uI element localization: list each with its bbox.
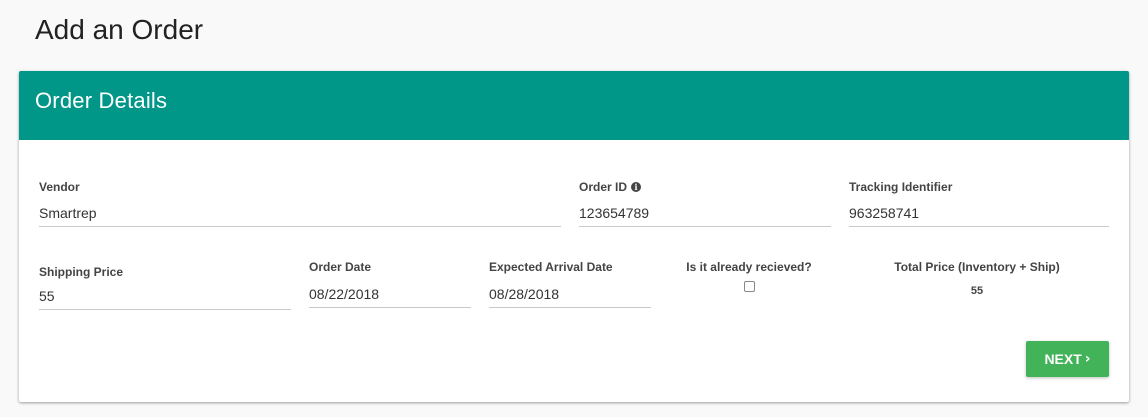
tracking-label-text: Tracking Identifier (849, 180, 953, 194)
next-button-label: NEXT (1044, 351, 1082, 367)
arrival-date-label: Expected Arrival Date (489, 260, 651, 274)
info-icon[interactable]: i (631, 182, 642, 192)
order-id-input[interactable] (579, 201, 831, 227)
tracking-field: Tracking Identifier (849, 180, 1109, 227)
vendor-field: Vendor (39, 180, 561, 227)
total-price-label: Total Price (Inventory + Ship) (877, 260, 1077, 274)
shipping-price-label: Shipping Price (39, 265, 291, 279)
page-title: Add an Order (35, 14, 204, 45)
order-id-field: Order ID i (579, 180, 831, 227)
card-title: Order Details (35, 88, 168, 113)
tracking-input[interactable] (849, 201, 1109, 227)
total-price-label-text: Total Price (Inventory + Ship) (894, 260, 1060, 274)
received-checkbox[interactable] (743, 281, 755, 292)
total-price-value: 55 (970, 285, 984, 297)
order-date-label: Order Date (309, 260, 471, 274)
card-header: Order Details (19, 71, 1129, 140)
total-price-field: Total Price (Inventory + Ship) 55 (877, 260, 1077, 297)
vendor-label: Vendor (39, 180, 561, 194)
arrival-date-label-text: Expected Arrival Date (489, 260, 613, 274)
order-date-field: Order Date (309, 260, 471, 308)
order-details-card: Order Details Vendor Order ID i Tracking… (19, 71, 1129, 402)
received-label-text: Is it already recieved? (686, 260, 812, 274)
order-date-input[interactable] (309, 282, 471, 308)
received-label: Is it already recieved? (669, 260, 829, 274)
order-id-label: Order ID i (579, 180, 831, 194)
tracking-label: Tracking Identifier (849, 180, 1109, 194)
chevron-right-icon: › (1084, 351, 1091, 367)
shipping-price-label-text: Shipping Price (39, 265, 124, 279)
received-field: Is it already recieved? (669, 260, 829, 297)
order-date-label-text: Order Date (309, 260, 372, 274)
shipping-price-input[interactable] (39, 284, 291, 310)
order-id-label-text: Order ID (579, 180, 628, 194)
next-button[interactable]: NEXT › (1026, 341, 1109, 377)
shipping-price-field: Shipping Price (39, 265, 291, 310)
vendor-label-text: Vendor (39, 180, 80, 194)
order-form: Vendor Order ID i Tracking Identifier Sh… (19, 140, 1129, 402)
vendor-input[interactable] (39, 201, 561, 227)
arrival-date-field: Expected Arrival Date (489, 260, 651, 308)
arrival-date-input[interactable] (489, 282, 651, 308)
